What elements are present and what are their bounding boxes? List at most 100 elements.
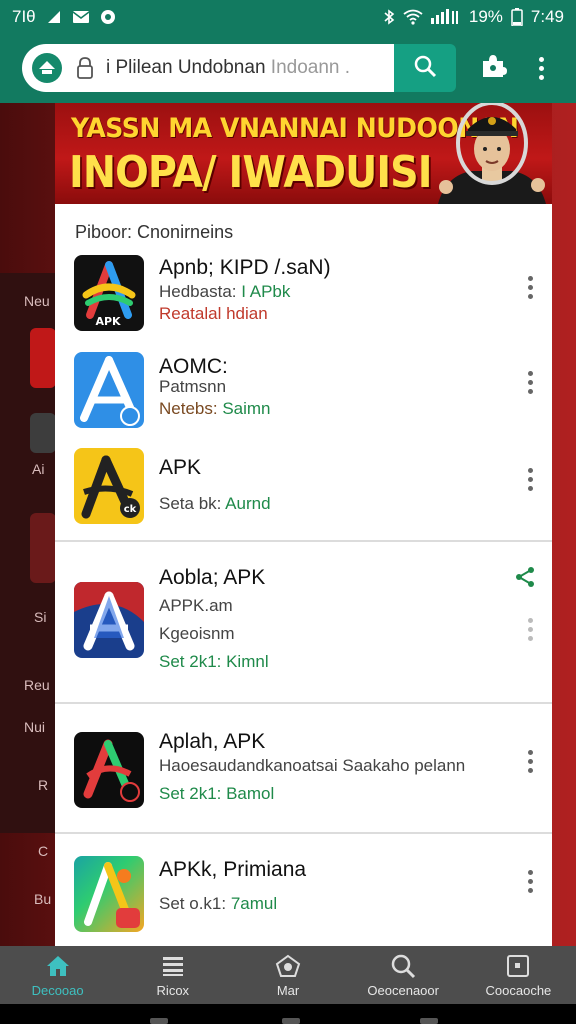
home-icon (45, 953, 71, 979)
menu-icon[interactable] (532, 56, 550, 80)
search-button[interactable] (394, 44, 456, 92)
item-subtitle: Hedbasta: I APbk (159, 282, 290, 302)
cell-signal-icon (430, 8, 461, 25)
item-title: Aplah, APK (159, 730, 266, 753)
battery-icon (511, 7, 523, 26)
background-label: Reu (24, 677, 50, 693)
background-tile (30, 513, 56, 583)
site-logo-icon (32, 53, 62, 83)
item-status: Netebs: Saimn (159, 399, 271, 419)
circle-icon (100, 9, 116, 25)
app-list-card: Piboor: Cnonirneins APK Apnb; KIPD /.saN… (55, 204, 552, 946)
background-label: Nui (24, 719, 46, 735)
background-label: Ai (32, 461, 45, 477)
app-icon (74, 582, 144, 658)
more-options-icon[interactable] (526, 371, 534, 394)
officer-illustration (438, 103, 546, 204)
search-icon (413, 54, 437, 83)
browser-toolbar: i Plilean Undobnan Indoann . (0, 33, 576, 103)
system-home-button[interactable] (282, 1018, 300, 1024)
system-nav-bar (0, 1004, 576, 1024)
divider (55, 702, 552, 704)
lock-icon (76, 57, 94, 79)
nav-store-label: Mar (276, 982, 300, 998)
background-tile (30, 328, 56, 388)
list-item[interactable]: Aobla; APK APPK.am Kgeoisnm Set 2k1: Kim… (55, 562, 552, 702)
list-item[interactable]: Aplah, APK Haoesaudandkanoatsai Saakaho … (55, 724, 552, 832)
system-recents-button[interactable] (420, 1018, 438, 1024)
nav-search-label: Oeocenaoor (367, 982, 439, 998)
nav-search[interactable]: Oeocenaoor (346, 946, 461, 1004)
background-label: R (38, 777, 49, 793)
item-title: Apnb; KIPD /.saN) (159, 256, 331, 279)
status-left-text: 7Ιθ (12, 6, 36, 26)
system-back-button[interactable] (150, 1018, 168, 1024)
list-item[interactable]: AOMC: Patmsnn Netebs: Saimn (55, 349, 552, 439)
app-icon (74, 352, 144, 428)
app-icon (74, 732, 144, 808)
item-subtitle-text: Set o.k1: (159, 894, 231, 913)
item-title: APK (159, 456, 202, 479)
bottom-navigation: Decooao Ricox Mar Oeocenaoor Coocaoche (0, 946, 576, 1004)
background-label: Neu (24, 293, 50, 309)
list-icon (160, 953, 186, 979)
list-header: Piboor: Cnonirneins (75, 222, 234, 242)
clock: 7:49 (530, 6, 564, 26)
item-subtitle-text: Hedbasta: (159, 282, 242, 301)
promo-banner[interactable]: YASSN MA VNANNAI NUDOONAN INOPA/ IWADUIS… (55, 103, 552, 204)
app-icon: APK (74, 255, 144, 331)
item-title: Aobla; APK (159, 566, 266, 589)
divider (55, 832, 552, 834)
item-title: AOMC: (159, 355, 228, 378)
status-bar: 7Ιθ 19% 7:49 (0, 0, 576, 33)
item-subtitle-accent: Aurnd (225, 494, 271, 513)
item-status-accent: Saimn (222, 399, 271, 418)
item-subtitle: Haoesaudandkanoatsai Saakaho pelann (159, 756, 466, 775)
nav-home-label: Decooao (31, 982, 84, 998)
item-status-text: Netebs: (159, 399, 223, 418)
more-options-icon[interactable] (526, 468, 534, 491)
item-status: Set 2k1: Kimnl (159, 652, 269, 671)
list-item[interactable]: ck APK Seta bk: Aurnd (55, 446, 552, 538)
nav-store[interactable]: Mar (230, 946, 345, 1004)
more-options-icon[interactable] (526, 618, 534, 641)
item-subtitle-text: Seta bk: (159, 494, 226, 513)
url-main: i Plilean Undobnan (106, 57, 266, 78)
search-icon (390, 953, 416, 979)
nav-home[interactable]: Decooao (0, 946, 115, 1004)
item-subtitle: Seta bk: Aurnd (159, 494, 271, 514)
item-subtitle: Set o.k1: 7amul (159, 894, 277, 914)
more-options-icon[interactable] (526, 750, 534, 773)
address-bar[interactable]: i Plilean Undobnan Indoann . (22, 44, 394, 92)
store-icon (275, 953, 301, 979)
more-options-icon[interactable] (526, 276, 534, 299)
app-icon: ck (74, 448, 144, 524)
nav-list-label: Ricox (156, 982, 190, 998)
item-subtitle: Kgeoisnm (159, 624, 235, 643)
item-subtitle: Patmsnn (159, 377, 227, 396)
more-options-icon[interactable] (526, 870, 534, 893)
signal-icon (46, 9, 62, 25)
nav-window[interactable]: Coocaoche (461, 946, 576, 1004)
wifi-icon (403, 9, 423, 25)
extension-button[interactable] (478, 53, 508, 83)
list-item[interactable]: APK Apnb; KIPD /.saN) Hedbasta: I APbk R… (55, 252, 552, 342)
item-title: APKk, Primiana (159, 858, 307, 881)
battery-percent: 19% (468, 6, 503, 26)
banner-subheadline: INOPA/ IWADUISI (69, 147, 433, 198)
item-status: Reatalal hdian (159, 304, 268, 323)
app-icon (74, 856, 144, 932)
list-item[interactable]: APKk, Primiana Set o.k1: 7amul (55, 852, 552, 946)
item-subtitle: APPK.am (159, 596, 233, 615)
nav-list[interactable]: Ricox (115, 946, 230, 1004)
mail-icon (72, 10, 90, 24)
background-tile (30, 413, 56, 453)
background-label: Si (34, 609, 47, 625)
item-subtitle-accent: 7amul (230, 894, 278, 913)
ck-badge-text: ck (124, 504, 137, 515)
item-status: Set 2k1: Bamol (159, 784, 275, 803)
background-label: Bu (34, 891, 52, 907)
share-icon[interactable] (514, 566, 536, 588)
url-text: i Plilean Undobnan Indoann . (106, 57, 350, 79)
bluetooth-icon (383, 8, 395, 25)
